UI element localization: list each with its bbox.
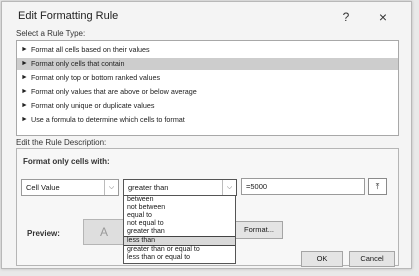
dropdown-option-label: not between [127,204,166,211]
arrow-icon: ► [21,74,28,81]
dropdown-option-label: greater than or equal to [127,246,200,253]
rule-type-item-selected[interactable]: ► Format only cells that contain [17,58,398,70]
arrow-icon: ► [21,46,28,53]
arrow-icon: ► [21,88,28,95]
dropdown-option[interactable]: not between [124,204,235,212]
title-bar: Edit Formatting Rule ? × [2,2,411,32]
dropdown-option[interactable]: greater than [124,228,235,236]
chevron-down-icon[interactable]: ⌵ [104,180,118,195]
help-button[interactable]: ? [336,7,356,27]
rule-type-item-label: Format all cells based on their values [31,45,150,54]
close-button[interactable]: × [372,7,394,27]
value-input[interactable]: =5000 [241,178,365,195]
chevron-down-icon[interactable]: ⌵ [222,180,236,195]
arrow-icon: ► [21,60,28,67]
dropdown-option[interactable]: less than or equal to [124,254,235,262]
value-input-text: =5000 [246,182,268,191]
rule-type-label: Select a Rule Type: [16,29,86,38]
cancel-button[interactable]: Cancel [349,251,395,267]
operator-dropdown-list[interactable]: between not between equal to not equal t… [123,195,236,264]
ok-button[interactable]: OK [301,251,343,267]
rule-type-item-label: Format only top or bottom ranked values [31,73,161,82]
rule-description-label: Edit the Rule Description: [16,138,107,147]
dropdown-option-highlighted[interactable]: less than [124,236,235,246]
cell-value-combo[interactable]: Cell Value ⌵ [21,179,119,196]
rule-type-item[interactable]: ► Format only unique or duplicate values [17,100,398,112]
dropdown-option[interactable]: equal to [124,212,235,220]
preview-text: A [100,225,109,239]
dropdown-option-label: not equal to [127,220,164,227]
edit-formatting-rule-dialog: Edit Formatting Rule ? × Select a Rule T… [1,1,412,269]
operator-combo[interactable]: greater than ⌵ [123,179,237,196]
dropdown-option-label: less than [127,237,156,244]
dropdown-option[interactable]: between [124,196,235,204]
format-button[interactable]: Format... [235,221,283,239]
arrow-icon: ► [21,102,28,109]
rule-type-item[interactable]: ► Use a formula to determine which cells… [17,114,398,126]
dropdown-option[interactable]: not equal to [124,220,235,228]
rule-type-item[interactable]: ► Format all cells based on their values [17,44,398,56]
format-only-cells-label: Format only cells with: [23,157,110,166]
rule-type-item-label: Format only unique or duplicate values [31,101,155,110]
rule-type-item[interactable]: ► Format only values that are above or b… [17,86,398,98]
collapse-dialog-icon[interactable]: ⤒ [368,178,387,195]
rule-type-item-label: Use a formula to determine which cells t… [31,115,185,124]
preview-label: Preview: [27,229,60,238]
rule-type-item-label: Format only cells that contain [31,59,125,68]
rule-type-item[interactable]: ► Format only top or bottom ranked value… [17,72,398,84]
operator-combo-value: greater than [128,183,169,192]
dropdown-option-label: equal to [127,212,152,219]
dropdown-option-label: less than or equal to [127,254,191,261]
dropdown-option[interactable]: greater than or equal to [124,246,235,254]
rule-type-list[interactable]: ► Format all cells based on their values… [16,40,399,136]
dropdown-option-label: between [127,196,154,203]
cell-value-combo-value: Cell Value [26,183,60,192]
dialog-title: Edit Formatting Rule [18,10,119,22]
arrow-icon: ► [21,116,28,123]
dropdown-option-label: greater than [127,228,165,235]
rule-type-item-label: Format only values that are above or bel… [31,87,197,96]
